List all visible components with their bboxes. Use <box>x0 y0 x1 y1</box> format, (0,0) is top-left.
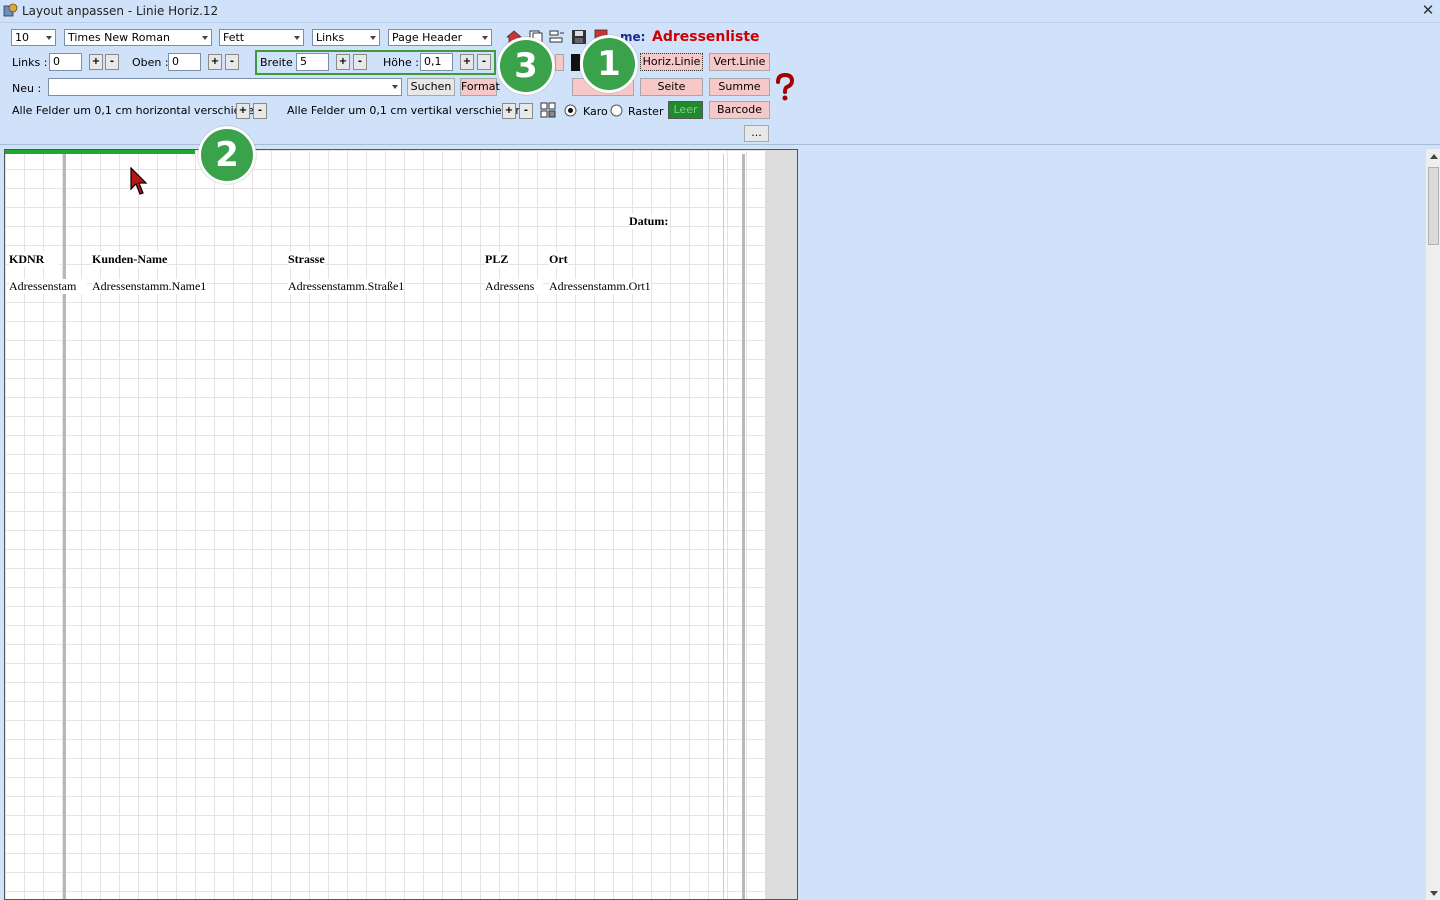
scrollbar-thumb[interactable] <box>1428 167 1439 245</box>
callout-badge-2: 2 <box>198 126 256 184</box>
summe-button[interactable]: Summe <box>709 78 770 96</box>
font-size-select[interactable]: 10 <box>11 29 56 46</box>
oben-minus-button[interactable]: - <box>225 54 239 70</box>
vertical-scrollbar[interactable] <box>1426 149 1440 900</box>
vertical-guide-left <box>63 154 66 899</box>
vert-shift-label: Alle Felder um 0,1 cm vertikal verschieb… <box>287 104 530 117</box>
window-title: Layout anpassen - Linie Horiz.12 <box>22 4 219 18</box>
oben-label: Oben : <box>132 56 169 69</box>
format-button[interactable]: Format <box>460 78 500 96</box>
page-margin-line <box>723 154 724 899</box>
canvas-margin <box>765 150 797 899</box>
horiz-shift-plus-button[interactable]: + <box>236 103 250 119</box>
selected-horizontal-line[interactable] <box>5 150 195 154</box>
close-icon[interactable]: ✕ <box>1420 1 1436 19</box>
horiz-linie-button[interactable]: Horiz.Linie <box>640 53 703 71</box>
breite-minus-button[interactable]: - <box>353 54 367 70</box>
hoehe-minus-button[interactable]: - <box>477 54 491 70</box>
color-swatch[interactable] <box>571 54 580 71</box>
field-name[interactable]: Adressenstamm.Name1 <box>92 279 207 294</box>
scroll-up-icon[interactable] <box>1429 152 1439 160</box>
hoehe-label: Höhe : <box>383 56 419 69</box>
header-kunden-name[interactable]: Kunden-Name <box>92 252 168 267</box>
font-name-select[interactable]: Times New Roman <box>64 29 212 46</box>
save-icon[interactable] <box>570 28 588 46</box>
karo-radio[interactable] <box>564 104 577 117</box>
font-name-value: Times New Roman <box>68 31 170 44</box>
section-value: Page Header <box>392 31 463 44</box>
datum-label[interactable]: Datum: <box>629 214 669 229</box>
field-ort[interactable]: Adressenstamm.Ort1 <box>549 279 651 294</box>
mouse-cursor-icon <box>130 167 148 195</box>
chevron-down-icon <box>392 85 398 89</box>
header-strasse[interactable]: Strasse <box>288 252 325 267</box>
hoehe-input[interactable]: 0,1 <box>420 53 453 71</box>
header-kdnr[interactable]: KDNR <box>9 252 59 267</box>
more-button[interactable]: ... <box>744 125 769 142</box>
links-input[interactable]: 0 <box>49 53 82 71</box>
field-strasse[interactable]: Adressenstamm.Straße1 <box>288 279 405 294</box>
karo-label: Karo <box>583 105 608 118</box>
vert-shift-minus-button[interactable]: - <box>519 103 533 119</box>
font-style-select[interactable]: Fett <box>219 29 304 46</box>
field-plz[interactable]: Adressens <box>485 279 543 294</box>
chevron-down-icon <box>46 36 52 40</box>
barcode-button[interactable]: Barcode <box>709 101 770 119</box>
report-canvas[interactable]: Datum: KDNR Kunden-Name Strasse PLZ Ort … <box>4 149 798 900</box>
section-select[interactable]: Page Header <box>388 29 492 46</box>
links-minus-button[interactable]: - <box>105 54 119 70</box>
font-style-value: Fett <box>223 31 245 44</box>
breite-plus-button[interactable]: + <box>336 54 350 70</box>
alignment-select[interactable]: Links <box>312 29 380 46</box>
links-label: Links : <box>12 56 48 69</box>
breite-input[interactable]: 5 <box>296 53 329 71</box>
seite-button[interactable]: Seite <box>640 78 703 96</box>
raster-radio[interactable] <box>610 104 623 117</box>
leer-button[interactable]: Leer <box>668 101 703 119</box>
vert-linie-button[interactable]: Vert.Linie <box>709 53 770 71</box>
vert-shift-plus-button[interactable]: + <box>502 103 516 119</box>
chevron-down-icon <box>370 36 376 40</box>
neu-select[interactable] <box>48 78 402 96</box>
callout-badge-1: 1 <box>580 35 638 93</box>
horiz-shift-label: Alle Felder um 0,1 cm horizontal verschi… <box>12 104 269 117</box>
links-plus-button[interactable]: + <box>89 54 103 70</box>
app-icon <box>3 3 18 17</box>
chevron-down-icon <box>294 36 300 40</box>
neu-label: Neu : <box>12 82 42 95</box>
partial-button[interactable] <box>555 54 564 71</box>
horiz-shift-minus-button[interactable]: - <box>253 103 267 119</box>
alignment-value: Links <box>316 31 345 44</box>
chevron-down-icon <box>482 36 488 40</box>
font-size-value: 10 <box>15 31 29 44</box>
hoehe-plus-button[interactable]: + <box>460 54 474 70</box>
align-icon[interactable] <box>548 28 566 46</box>
grid-settings-icon[interactable] <box>539 101 557 119</box>
help-icon[interactable] <box>773 73 797 101</box>
oben-plus-button[interactable]: + <box>208 54 222 70</box>
report-name: Adressenliste <box>652 29 760 45</box>
vertical-guide-right <box>742 154 745 899</box>
suchen-button[interactable]: Suchen <box>407 78 455 96</box>
raster-label: Raster <box>628 105 664 118</box>
header-plz[interactable]: PLZ <box>485 252 509 267</box>
oben-input[interactable]: 0 <box>168 53 201 71</box>
header-ort[interactable]: Ort <box>549 252 568 267</box>
scroll-down-icon[interactable] <box>1429 890 1439 898</box>
field-kdnr[interactable]: Adressenstam <box>9 279 87 294</box>
chevron-down-icon <box>202 36 208 40</box>
breite-label: Breite : <box>260 56 300 69</box>
callout-badge-3: 3 <box>497 37 555 95</box>
